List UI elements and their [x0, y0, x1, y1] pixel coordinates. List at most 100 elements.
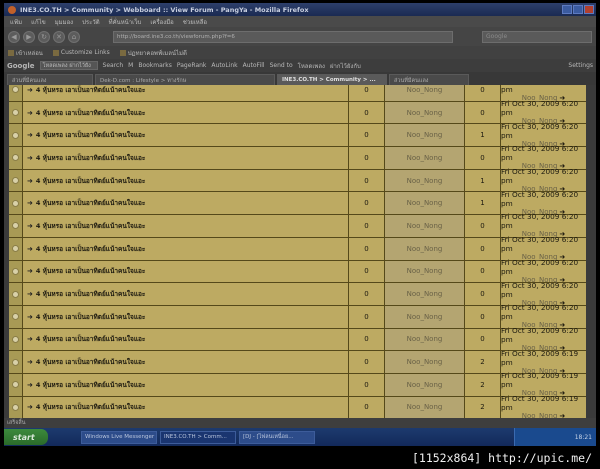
browser-tab[interactable]: Dek-D.com : Lifestyle > ทางรักษ [95, 74, 275, 85]
browser-tab[interactable]: ส่วนที่มีคนแลง [7, 74, 93, 85]
topic-link[interactable]: 4 หุ้นหรอ เอาเป็นอาทิตย์แน้าคนใจแอะ [36, 357, 146, 367]
topic-row[interactable]: ➜ 4 หุ้นหรอ เอาเป็นอาทิตย์แน้าคนใจแอะ 0 Noo… [9, 281, 586, 307]
topic-status-icon [12, 131, 19, 139]
topic-link[interactable]: 4 หุ้นหรอ เอาเป็นอาทิตย์แน้าคนใจแอะ [36, 266, 146, 276]
toolbar-link[interactable]: โหลดเพลง [298, 61, 325, 71]
menu-bookmarks[interactable]: ที่คั่นหน้าเว็บ [109, 17, 142, 27]
topic-row[interactable]: ➜ 4 หุ้นหรอ เอาเป็นอาทิตย์แน้าคนใจแอะ 0 Noo… [9, 85, 586, 102]
topic-author[interactable]: Noo_Nong [385, 305, 465, 328]
topic-row[interactable]: ➜ 4 หุ้นหรอ เอาเป็นอาทิตย์แน้าคนใจแอะ 0 Noo… [9, 212, 586, 238]
topic-author[interactable]: Noo_Nong [385, 283, 465, 305]
topic-author[interactable]: Noo_Nong [385, 147, 465, 169]
topic-status-icon [12, 109, 19, 117]
topic-cell: ➜ 4 หุ้นหรอ เอาเป็นอาทิตย์แน้าคนใจแอะ [23, 396, 349, 418]
taskbar-button[interactable]: [DJ - [ไฟลนเหนื่อย... [239, 430, 315, 444]
bookmark-item[interactable]: เข้าเหล่อน [8, 48, 43, 58]
browser-tab-active[interactable]: INE3.CO.TH > Community > ... [277, 74, 387, 85]
taskbar-button-active[interactable]: INE3.CO.TH > Comm... [160, 430, 236, 444]
autolink-button[interactable]: AutoLink [211, 62, 237, 69]
url-text: http://board.ine3.co.th/viewforum.php?f=… [117, 33, 235, 40]
topic-arrow-icon: ➜ [27, 244, 33, 253]
bookmark-icon [52, 49, 59, 56]
topic-author[interactable]: Noo_Nong [385, 85, 465, 101]
start-button[interactable]: start [4, 429, 48, 445]
topic-cell: ➜ 4 หุ้นหรอ เอาเป็นอาทิตย์แน้าคนใจแอะ [23, 328, 349, 351]
topic-link[interactable]: 4 หุ้นหรอ เอาเป็นอาทิตย์แน้าคนใจแอะ [36, 198, 146, 208]
topic-link[interactable]: 4 หุ้นหรอ เอาเป็นอาทิตย์แน้าคนใจแอะ [36, 289, 146, 299]
topic-row[interactable]: ➜ 4 หุ้นหรอ เอาเป็นอาทิตย์แน้าคนใจแอะ 0 Noo… [9, 190, 586, 216]
topic-row[interactable]: ➜ 4 หุ้นหรอ เอาเป็นอาทิตย์แน้าคนใจแอะ 0 Noo… [9, 258, 586, 284]
toolbar-link[interactable]: ฝากไว้ยังกับ [330, 61, 361, 71]
bookmark-item[interactable]: ปฏทยาคอพฟ์เมลน์ไม่ดี [119, 48, 187, 58]
topic-link[interactable]: 4 หุ้นหรอ เอาเป็นอาทิตย์แน้าคนใจแอะ [36, 334, 146, 344]
send-to-button[interactable]: Send to [270, 62, 293, 69]
forward-button[interactable]: ▶ [23, 30, 35, 43]
gmail-button[interactable]: M [128, 62, 133, 69]
bookmark-item[interactable]: Customize Links [52, 49, 110, 56]
topic-row[interactable]: ➜ 4 หุ้นหรอ เอาเป็นอาทิตย์แน้าคนใจแอะ 0 Noo… [9, 371, 586, 397]
topic-cell: ➜ 4 หุ้นหรอ เอาเป็นอาทิตย์แน้าคนใจแอะ [23, 351, 349, 373]
reload-button[interactable]: ↻ [38, 30, 50, 43]
topic-row[interactable]: ➜ 4 หุ้นหรอ เอาเป็นอาทิตย์แน้าคนใจแอะ 0 Noo… [9, 326, 586, 352]
topic-row[interactable]: ➜ 4 หุ้นหรอ เอาเป็นอาทิตย์แน้าคนใจแอะ 0 Noo… [9, 99, 586, 125]
menu-history[interactable]: ประวัติ [82, 17, 100, 27]
topic-author[interactable]: Noo_Nong [385, 351, 465, 373]
replies-count: 0 [349, 351, 385, 373]
topic-link[interactable]: 4 หุ้นหรอ เอาเป็นอาทิตย์แน้าคนใจแอะ [36, 244, 146, 254]
last-post-cell: Fri Oct 30, 2009 6:19 pm Noo_Nong ➜ [501, 371, 586, 397]
google-search-input[interactable]: โหลดเพลง ฝากไว้ยัง [39, 61, 98, 70]
autofill-button[interactable]: AutoFill [243, 62, 265, 69]
menu-tools[interactable]: เครื่องมือ [150, 17, 173, 27]
topic-link[interactable]: 4 หุ้นหรอ เอาเป็นอาทิตย์แน้าคนใจแอะ [36, 108, 146, 118]
menu-help[interactable]: ช่วยเหลือ [183, 17, 207, 27]
topic-link[interactable]: 4 หุ้นหรอ เอาเป็นอาทิตย์แน้าคนใจแอะ [36, 402, 146, 412]
settings-button[interactable]: Settings [568, 62, 593, 69]
stop-button[interactable]: ✕ [53, 30, 65, 43]
topic-link[interactable]: 4 หุ้นหรอ เอาเป็นอาทิตย์แน้าคนใจแอะ [36, 380, 146, 390]
topic-link[interactable]: 4 หุ้นหรอ เอาเป็นอาทิตย์แน้าคนใจแอะ [36, 153, 146, 163]
topic-link[interactable]: 4 หุ้นหรอ เอาเป็นอาทิตย์แน้าคนใจแอะ [36, 176, 146, 186]
topic-author[interactable]: Noo_Nong [385, 192, 465, 215]
topic-author[interactable]: Noo_Nong [385, 328, 465, 351]
topic-row[interactable]: ➜ 4 หุ้นหรอ เอาเป็นอาทิตย์แน้าคนใจแอะ 0 Noo… [9, 144, 586, 170]
menu-edit[interactable]: แก้ไข [31, 17, 46, 27]
topic-link[interactable]: 4 หุ้นหรอ เอาเป็นอาทิตย์แน้าคนใจแอะ [36, 85, 146, 95]
url-bar[interactable]: http://board.ine3.co.th/viewforum.php?f=… [113, 30, 453, 43]
home-button[interactable]: ⌂ [68, 30, 80, 43]
last-post-cell: Fri Oct 30, 2009 6:20 pmNoo_Nong➜ [501, 99, 586, 125]
topic-author[interactable]: Noo_Nong [385, 215, 465, 237]
bookmark-icon [8, 49, 14, 56]
menu-view[interactable]: มุมมอง [55, 17, 73, 27]
views-count: 0 [465, 305, 501, 328]
minimize-button[interactable] [562, 5, 572, 14]
search-input[interactable]: Google [482, 30, 592, 43]
close-button[interactable] [584, 5, 594, 14]
topic-author[interactable]: Noo_Nong [385, 124, 465, 147]
topic-link[interactable]: 4 หุ้นหรอ เอาเป็นอาทิตย์แน้าคนใจแอะ [36, 130, 146, 140]
back-button[interactable]: ◀ [8, 30, 20, 43]
topic-author[interactable]: Noo_Nong [385, 101, 465, 124]
topic-link[interactable]: 4 หุ้นหรอ เอาเป็นอาทิตย์แน้าคนใจแอะ [36, 221, 146, 231]
topic-row[interactable]: ➜ 4 หุ้นหรอ เอาเป็นอาทิตย์แน้าคนใจแอะ 0 Noo… [9, 122, 586, 148]
topic-author[interactable]: Noo_Nong [385, 396, 465, 418]
topic-status-icon [12, 154, 19, 162]
google-logo: Google [7, 61, 35, 70]
topic-link[interactable]: 4 หุ้นหรอ เอาเป็นอาทิตย์แน้าคนใจแอะ [36, 312, 146, 322]
topic-author[interactable]: Noo_Nong [385, 169, 465, 192]
taskbar-button[interactable]: Windows Live Messenger [81, 430, 157, 444]
topic-row[interactable]: ➜ 4 หุ้นหรอ เอาเป็นอาทิตย์แน้าคนใจแอะ 0 Noo… [9, 167, 586, 193]
topic-row[interactable]: ➜ 4 หุ้นหรอ เอาเป็นอาทิตย์แน้าคนใจแอะ 0 Noo… [9, 235, 586, 261]
google-search-button[interactable]: Search [103, 62, 124, 69]
bookmarks-button[interactable]: Bookmarks [138, 62, 172, 69]
topic-author[interactable]: Noo_Nong [385, 237, 465, 260]
topic-author[interactable]: Noo_Nong [385, 260, 465, 283]
browser-tab[interactable]: ส่วนที่มีคนแลง [389, 74, 469, 85]
topic-status-cell [9, 305, 23, 328]
last-post-cell: Fri Oct 30, 2009 6:20 pmNoo_Nong➜ [501, 212, 586, 238]
menu-file[interactable]: แฟ้ม [10, 17, 22, 27]
maximize-button[interactable] [573, 5, 583, 14]
topic-author[interactable]: Noo_Nong [385, 373, 465, 396]
topic-row[interactable]: ➜ 4 หุ้นหรอ เอาเป็นอาทิตย์แน้าคนใจแอะ 0 Noo… [9, 394, 586, 418]
topic-row[interactable]: ➜ 4 หุ้นหรอ เอาเป็นอาทิตย์แน้าคนใจแอะ 0 Noo… [9, 349, 586, 375]
topic-row[interactable]: ➜ 4 หุ้นหรอ เอาเป็นอาทิตย์แน้าคนใจแอะ 0 Noo… [9, 303, 586, 329]
